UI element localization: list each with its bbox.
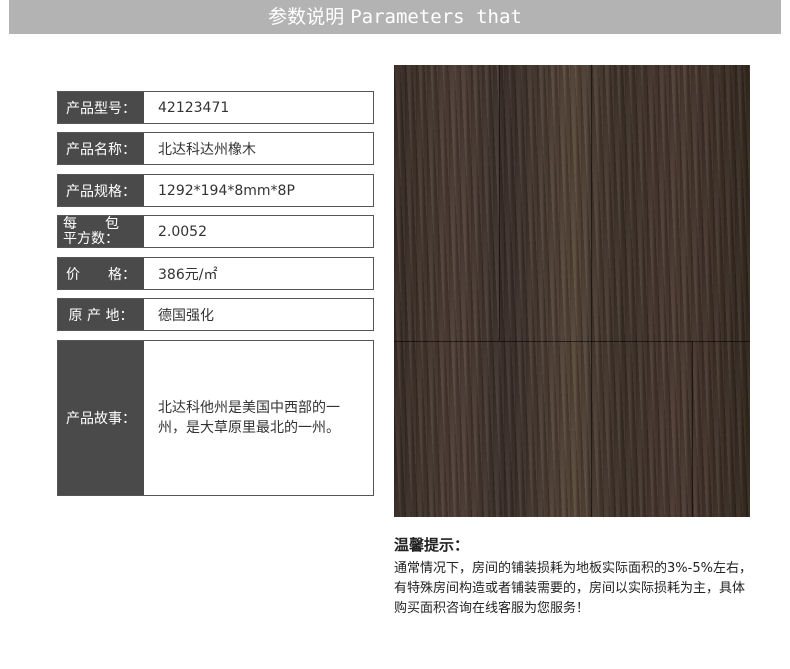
header-title-en: Parameters that bbox=[350, 6, 522, 28]
param-value-model: 42123471 bbox=[158, 99, 230, 116]
warm-tips: 温馨提示： 通常情况下，房间的铺装损耗为地板实际面积的3%-5%左右，有特殊房间… bbox=[394, 534, 754, 619]
param-row-spec: 产品规格： 1292*194*8mm*8P bbox=[57, 174, 374, 207]
param-label-area-line1: 每 包 bbox=[63, 215, 119, 232]
param-label-spec: 产品规格： bbox=[58, 175, 144, 206]
plank-seam-vertical bbox=[591, 65, 592, 517]
param-row-story: 产品故事： 北达科他州是美国中西部的一州，是大草原里最北的一州。 bbox=[57, 340, 374, 496]
tips-body: 通常情况下，房间的铺装损耗为地板实际面积的3%-5%左右，有特殊房间构造或者铺装… bbox=[394, 561, 752, 616]
param-row-name: 产品名称： 北达科达州橡木 bbox=[57, 132, 374, 165]
param-label-origin: 原 产 地： bbox=[58, 299, 144, 330]
param-value-area: 2.0052 bbox=[158, 223, 207, 240]
param-value-story: 北达科他州是美国中西部的一州，是大草原里最北的一州。 bbox=[158, 400, 340, 436]
param-row-model: 产品型号： 42123471 bbox=[57, 91, 374, 124]
plank-seam-vertical bbox=[692, 341, 693, 517]
page-header: 参数说明 Parameters that bbox=[9, 0, 781, 34]
param-label-area-line2: 平方数： bbox=[63, 230, 119, 247]
param-value-name: 北达科达州橡木 bbox=[158, 141, 256, 158]
param-value-origin: 德国强化 bbox=[158, 307, 214, 324]
param-label-model: 产品型号： bbox=[58, 92, 144, 123]
param-label-story: 产品故事： bbox=[58, 341, 144, 495]
param-value-price: 386元/㎡ bbox=[158, 266, 218, 283]
param-row-price: 价 格： 386元/㎡ bbox=[57, 257, 374, 290]
param-label-name: 产品名称： bbox=[58, 133, 144, 164]
wood-floor-sample-image bbox=[394, 65, 750, 517]
header-title-cn: 参数说明 bbox=[268, 6, 345, 28]
param-label-area: 每 包 平方数： bbox=[58, 216, 144, 247]
param-row-area: 每 包 平方数： 2.0052 bbox=[57, 215, 374, 248]
param-row-origin: 原 产 地： 德国强化 bbox=[57, 298, 374, 331]
param-label-price: 价 格： bbox=[58, 258, 144, 289]
param-value-spec: 1292*194*8mm*8P bbox=[158, 182, 295, 199]
tips-title: 温馨提示： bbox=[394, 536, 470, 554]
plank-seam-horizontal bbox=[394, 341, 750, 342]
plank-seam-vertical bbox=[499, 65, 500, 341]
